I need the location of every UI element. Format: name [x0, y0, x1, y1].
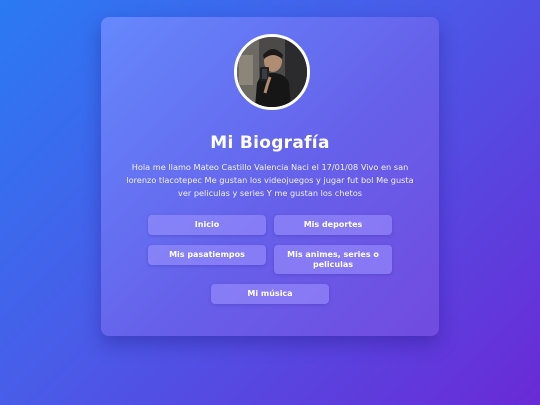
pasatiempos-button[interactable]: Mis pasatiempos	[148, 245, 266, 265]
deportes-button[interactable]: Mis deportes	[274, 215, 392, 235]
avatar	[234, 34, 310, 110]
bio-text: Hola me llamo Mateo Castillo Valencia Na…	[126, 162, 414, 198]
profile-photo-icon	[237, 37, 307, 107]
musica-button[interactable]: Mi música	[211, 284, 329, 304]
page-title: Mi Biografía	[210, 133, 330, 153]
inicio-button[interactable]: Inicio	[148, 215, 266, 235]
biography-card: Mi Biografía Hola me llamo Mateo Castill…	[101, 17, 439, 336]
animes-button[interactable]: Mis animes, series o peliculas	[274, 245, 392, 274]
